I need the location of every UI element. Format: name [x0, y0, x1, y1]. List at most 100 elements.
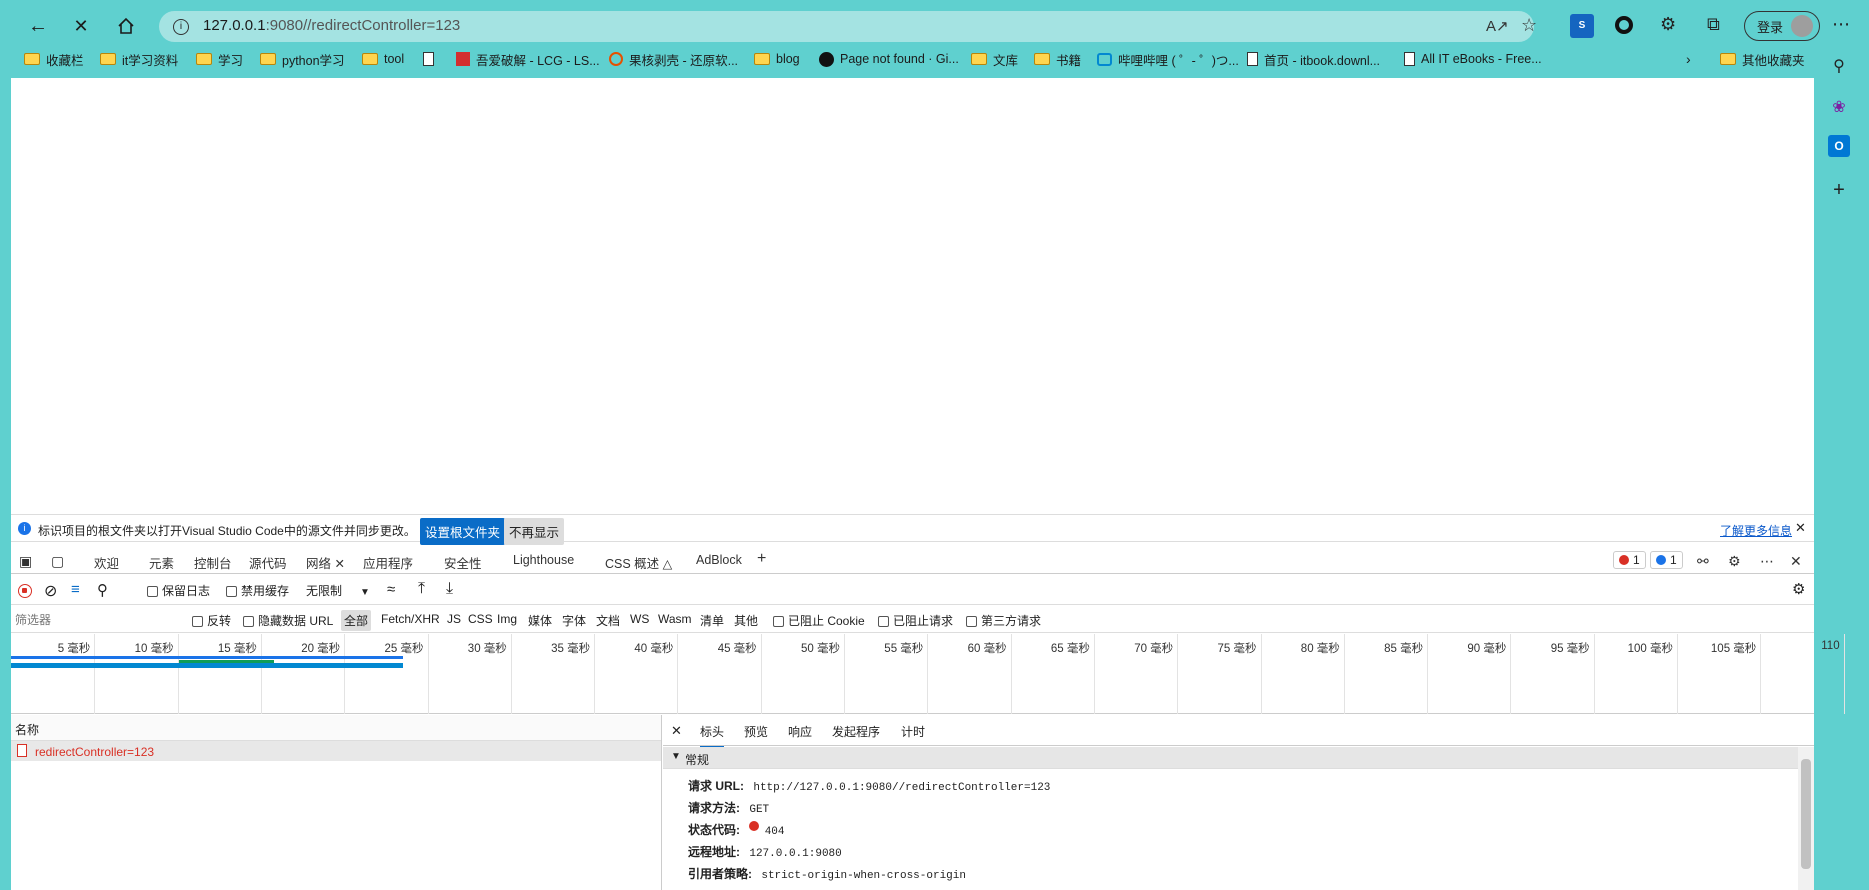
add-tab-icon[interactable]: +	[757, 550, 766, 568]
name-column-header[interactable]: 名称	[11, 715, 661, 741]
scrollbar-thumb[interactable]	[1801, 759, 1811, 869]
search-icon[interactable]: ⚲	[97, 581, 108, 599]
more-menu-icon[interactable]: ⋯	[1832, 14, 1851, 35]
record-icon[interactable]	[18, 584, 32, 598]
bookmark-item[interactable]: 书籍	[1034, 49, 1081, 69]
inspect-icon[interactable]: ▣	[19, 553, 32, 570]
bookmark-item[interactable]: 收藏栏	[24, 49, 84, 69]
tab-sources[interactable]: 源代码	[249, 553, 287, 572]
filter-type-css[interactable]: CSS	[468, 612, 493, 626]
detail-tab-initiator[interactable]: 发起程序	[832, 723, 880, 740]
bookmark-item[interactable]: 吾爱破解 - LCG - LS...	[456, 49, 600, 69]
bookmark-item[interactable]	[423, 49, 440, 69]
extension-circle-icon[interactable]	[1615, 16, 1633, 34]
filter-type-fetch-xhr[interactable]: Fetch/XHR	[381, 612, 440, 626]
tab-elements[interactable]: 元素	[149, 553, 174, 572]
filter-type-media[interactable]: 媒体	[528, 612, 552, 629]
filter-type-doc[interactable]: 文档	[596, 612, 620, 629]
outlook-icon[interactable]: O	[1828, 135, 1850, 157]
dont-show-again-button[interactable]: 不再显示	[504, 518, 565, 545]
request-detail-panel: ✕ 标头 预览 响应 发起程序 计时 ▼ 常规 请求 URL: http://1…	[663, 715, 1814, 890]
clear-icon[interactable]: ⊘	[44, 581, 57, 601]
filter-type-img[interactable]: Img	[497, 612, 517, 626]
bookmark-item[interactable]: All IT eBooks - Free...	[1404, 49, 1542, 69]
copilot-icon[interactable]: ❀	[1828, 96, 1850, 118]
timeline-overview[interactable]: 5 毫秒 10 毫秒 15 毫秒 20 毫秒 25 毫秒 30 毫秒 35 毫秒 40 毫秒 4…	[11, 634, 1845, 714]
close-tab-icon[interactable]: ✕	[335, 557, 345, 571]
bookmark-item[interactable]: 其他收藏夹	[1720, 49, 1805, 69]
filter-type-other[interactable]: 其他	[734, 612, 758, 629]
blocked-requests-checkbox[interactable]: 已阻止请求	[878, 612, 953, 629]
blocked-cookie-checkbox[interactable]: 已阻止 Cookie	[773, 612, 865, 629]
search-icon[interactable]: ⚲	[1828, 55, 1850, 77]
throttle-select[interactable]: 无限制 ▼	[306, 582, 370, 599]
bookmark-item[interactable]: blog	[754, 49, 800, 69]
back-arrow-icon[interactable]: ←	[22, 10, 54, 42]
disable-cache-checkbox[interactable]: 禁用缓存	[226, 582, 289, 599]
import-har-icon[interactable]: ⤒	[418, 580, 425, 598]
invert-checkbox[interactable]: 反转	[192, 612, 231, 629]
bookmark-item[interactable]: 哔哩哔哩 ( ゜- ゜)つ...	[1097, 49, 1239, 69]
export-har-icon[interactable]: ⤓	[446, 580, 453, 598]
filter-type-js[interactable]: JS	[447, 612, 461, 626]
bookmark-item[interactable]: 果核剥壳 - 还原软...	[609, 49, 738, 69]
detail-tab-timing[interactable]: 计时	[901, 723, 925, 740]
bookmark-item[interactable]: 首页 - itbook.downl...	[1247, 49, 1380, 69]
detail-tab-headers[interactable]: 标头	[700, 723, 725, 748]
close-detail-icon[interactable]: ✕	[671, 723, 682, 739]
detail-tab-preview[interactable]: 预览	[744, 723, 768, 740]
share-icon[interactable]: ⚯	[1697, 553, 1709, 570]
site-info-icon[interactable]: i	[173, 19, 189, 35]
tab-application[interactable]: 应用程序	[363, 553, 413, 572]
login-button[interactable]: 登录	[1744, 11, 1820, 41]
tab-lighthouse[interactable]: Lighthouse	[513, 553, 574, 567]
more-options-icon[interactable]: ⋯	[1760, 553, 1774, 570]
add-icon[interactable]: +	[1828, 179, 1850, 201]
stop-loading-icon[interactable]: ✕	[65, 10, 97, 42]
url-text[interactable]: 127.0.0.1:9080//redirectController=123	[203, 17, 460, 34]
hide-data-url-checkbox[interactable]: 隐藏数据 URL	[243, 612, 333, 629]
home-icon[interactable]	[110, 10, 142, 42]
device-toggle-icon[interactable]: ▢	[51, 553, 64, 570]
filter-icon[interactable]: ≡	[71, 581, 80, 598]
set-root-folder-button[interactable]: 设置根文件夹	[420, 518, 506, 545]
error-count-badge[interactable]: 1	[1613, 551, 1646, 569]
filter-type-manifest[interactable]: 清单	[700, 612, 724, 629]
filter-type-wasm[interactable]: Wasm	[658, 612, 692, 626]
filter-type-all[interactable]: 全部	[341, 610, 372, 631]
bookmark-item[interactable]: python学习	[260, 49, 345, 69]
close-info-icon[interactable]: ✕	[1795, 520, 1806, 536]
bookmark-item[interactable]: 文库	[971, 49, 1018, 69]
learn-more-link[interactable]: 了解更多信息	[1720, 522, 1792, 539]
tab-console[interactable]: 控制台	[194, 553, 232, 572]
tab-adblock[interactable]: AdBlock	[696, 553, 742, 567]
third-party-checkbox[interactable]: 第三方请求	[966, 612, 1041, 629]
extensions-puzzle-icon[interactable]: ⚙	[1660, 14, 1676, 35]
message-count-badge[interactable]: 1	[1650, 551, 1683, 569]
network-conditions-icon[interactable]: ≈	[387, 581, 395, 598]
bookmark-item[interactable]: Page not found · Gi...	[819, 49, 959, 69]
close-devtools-icon[interactable]: ✕	[1790, 553, 1802, 570]
tab-css-overview[interactable]: CSS 概述 △	[605, 553, 672, 572]
extension-new-icon[interactable]: S	[1570, 14, 1594, 38]
network-settings-icon[interactable]: ⚙	[1792, 580, 1805, 598]
detail-scrollbar[interactable]	[1798, 747, 1814, 890]
bookmark-item[interactable]: tool	[362, 49, 404, 69]
bookmark-item[interactable]: it学习资料	[100, 49, 178, 69]
bookmark-item[interactable]: 学习	[196, 49, 243, 69]
filter-type-font[interactable]: 字体	[562, 612, 586, 629]
filter-input[interactable]	[15, 611, 185, 629]
chevron-right-icon[interactable]: ›	[1686, 49, 1691, 69]
table-row[interactable]: redirectController=123	[11, 741, 661, 761]
tab-network[interactable]: 网络 ✕	[306, 553, 345, 580]
filter-type-ws[interactable]: WS	[630, 612, 649, 626]
preserve-log-checkbox[interactable]: 保留日志	[147, 582, 210, 599]
general-section-header[interactable]: ▼ 常规	[663, 747, 1798, 769]
favorite-star-icon[interactable]: ☆	[1521, 15, 1537, 36]
read-aloud-icon[interactable]: A↗	[1486, 17, 1509, 35]
tab-security[interactable]: 安全性	[444, 553, 482, 572]
settings-gear-icon[interactable]: ⚙	[1728, 553, 1741, 570]
tab-welcome[interactable]: 欢迎	[94, 553, 119, 572]
collections-icon[interactable]: ⧉	[1707, 14, 1720, 35]
detail-tab-response[interactable]: 响应	[788, 723, 812, 740]
